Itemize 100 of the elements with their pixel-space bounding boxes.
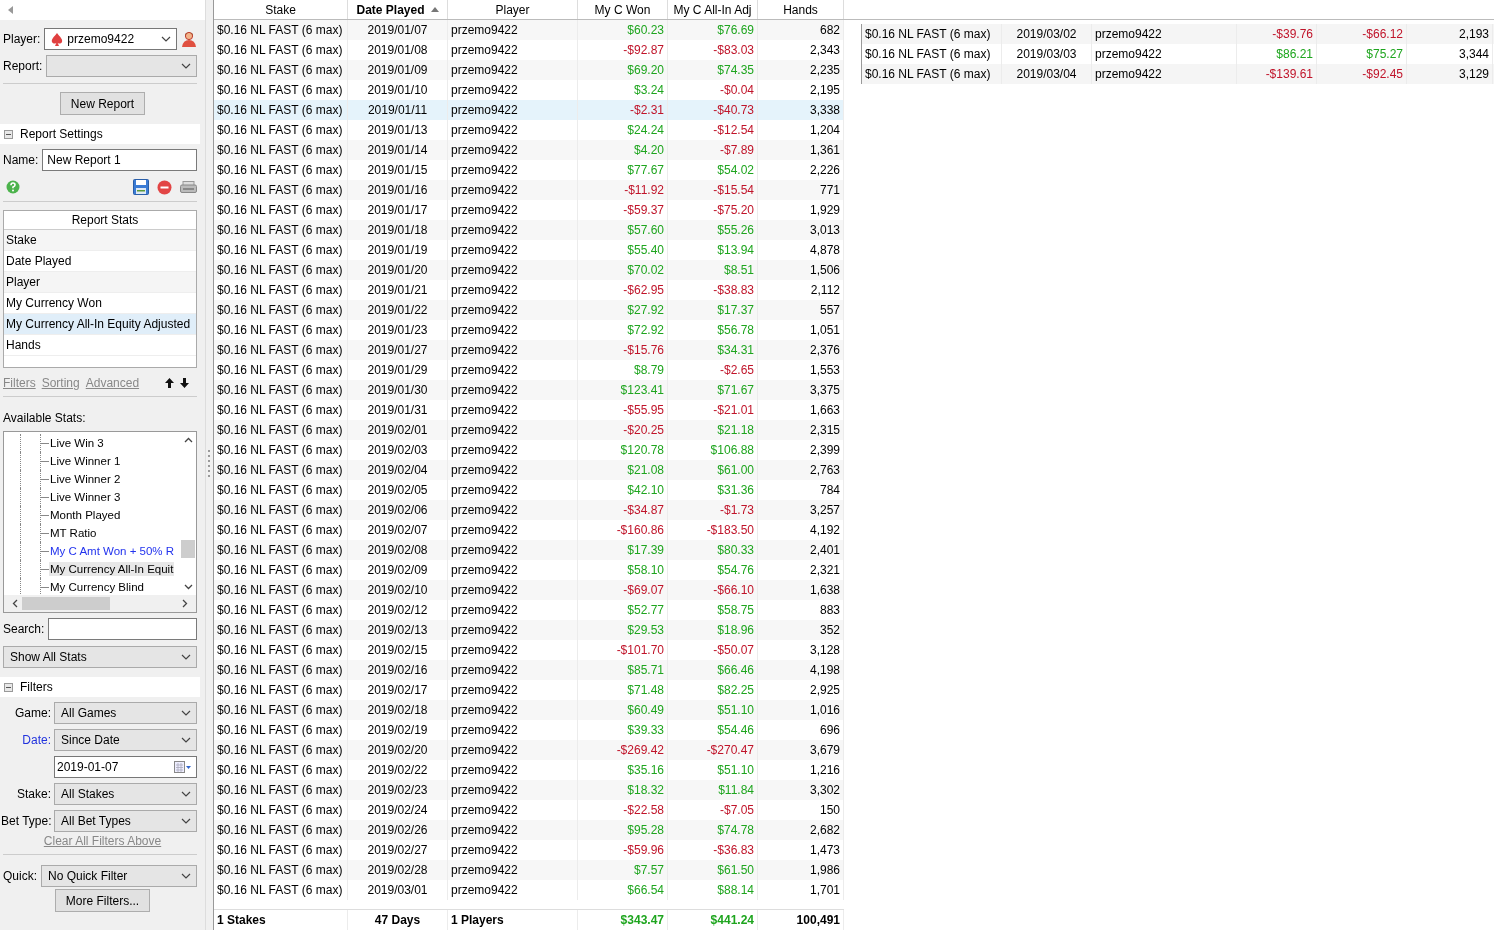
scroll-right-icon[interactable] bbox=[182, 599, 188, 608]
table-cell: 2019/02/10 bbox=[348, 580, 448, 600]
table-cell: 557 bbox=[758, 300, 844, 320]
filter-dropdown[interactable]: All Games bbox=[54, 702, 197, 724]
tree-item[interactable]: Live Winner 1 bbox=[49, 454, 122, 468]
help-icon[interactable] bbox=[6, 180, 20, 194]
table-cell: -$20.25 bbox=[578, 420, 668, 440]
filter-dropdown[interactable]: All Stakes bbox=[54, 783, 197, 805]
quick-filter-dropdown[interactable]: No Quick Filter bbox=[41, 865, 197, 887]
horizontal-scrollbar[interactable] bbox=[4, 595, 196, 612]
table-cell: 3,302 bbox=[758, 780, 844, 800]
table-cell: przemo9422 bbox=[448, 20, 578, 40]
table-cell: $4.20 bbox=[578, 140, 668, 160]
printer-icon[interactable] bbox=[180, 181, 197, 193]
new-report-button[interactable]: New Report bbox=[59, 92, 146, 115]
table-cell: 2019/03/01 bbox=[348, 880, 448, 900]
table-cell: 2019/02/20 bbox=[348, 740, 448, 760]
table-cell: $60.23 bbox=[578, 20, 668, 40]
name-field[interactable]: New Report 1 bbox=[42, 149, 197, 171]
scroll-left-icon[interactable] bbox=[12, 599, 18, 608]
column-header[interactable]: Stake bbox=[214, 0, 348, 19]
filter-dropdown[interactable]: Since Date bbox=[54, 729, 197, 751]
table-cell: 3,679 bbox=[758, 740, 844, 760]
more-filters-button[interactable]: More Filters... bbox=[54, 889, 151, 912]
table-cell: -$69.07 bbox=[578, 580, 668, 600]
table-cell: 2019/02/13 bbox=[348, 620, 448, 640]
person-icon[interactable] bbox=[181, 31, 197, 47]
table-cell: $0.16 NL FAST (6 max) bbox=[214, 660, 348, 680]
scroll-down-icon[interactable] bbox=[183, 584, 193, 590]
table-cell: $11.84 bbox=[668, 780, 758, 800]
table-cell: $0.16 NL FAST (6 max) bbox=[214, 140, 348, 160]
column-header[interactable]: Player bbox=[448, 0, 578, 19]
grip-icon[interactable] bbox=[208, 450, 211, 480]
table-cell: $21.08 bbox=[578, 460, 668, 480]
column-header[interactable]: My C Won bbox=[578, 0, 668, 19]
table-cell: 2019/01/16 bbox=[348, 180, 448, 200]
table-cell: -$2.31 bbox=[578, 100, 668, 120]
table-cell: 2019/02/18 bbox=[348, 700, 448, 720]
splitter-handle[interactable] bbox=[206, 0, 214, 930]
move-down-icon[interactable] bbox=[180, 378, 189, 388]
total-cell: 1 Stakes bbox=[214, 910, 348, 930]
table-cell: przemo9422 bbox=[448, 500, 578, 520]
report-dropdown[interactable] bbox=[46, 55, 197, 77]
table-cell: 3,013 bbox=[758, 220, 844, 240]
table-cell: 2019/01/22 bbox=[348, 300, 448, 320]
tree-item[interactable]: MT Ratio bbox=[49, 526, 98, 540]
tree-item[interactable]: Live Winner 3 bbox=[49, 490, 122, 504]
chevron-down-icon bbox=[181, 872, 191, 880]
collapse-arrow-icon[interactable] bbox=[8, 6, 14, 14]
list-item[interactable]: Player bbox=[4, 272, 196, 293]
stat-filter-dropdown[interactable]: Show All Stats bbox=[3, 646, 197, 668]
table-cell: przemo9422 bbox=[448, 620, 578, 640]
table-cell: 2019/03/04 bbox=[1002, 64, 1092, 84]
table-cell: 2,763 bbox=[758, 460, 844, 480]
tree-item[interactable]: My C Amt Won + 50% R bbox=[49, 544, 176, 558]
table-cell: -$270.47 bbox=[668, 740, 758, 760]
table-cell: $0.16 NL FAST (6 max) bbox=[862, 24, 1002, 44]
scroll-up-icon[interactable] bbox=[183, 437, 193, 443]
save-icon[interactable] bbox=[133, 179, 149, 195]
search-field[interactable] bbox=[48, 618, 197, 640]
scrollbar-thumb[interactable] bbox=[22, 597, 110, 610]
table-cell: $0.16 NL FAST (6 max) bbox=[214, 860, 348, 880]
table-cell: 2,401 bbox=[758, 540, 844, 560]
tree-item[interactable]: Live Winner 2 bbox=[49, 472, 122, 486]
table-cell: $0.16 NL FAST (6 max) bbox=[214, 220, 348, 240]
table-cell: przemo9422 bbox=[1092, 64, 1237, 84]
list-item[interactable]: Stake bbox=[4, 230, 196, 251]
table-cell: -$7.89 bbox=[668, 140, 758, 160]
table-cell: $76.69 bbox=[668, 20, 758, 40]
table-cell: $0.16 NL FAST (6 max) bbox=[214, 100, 348, 120]
table-cell: $34.31 bbox=[668, 340, 758, 360]
total-cell: $343.47 bbox=[578, 910, 668, 930]
player-dropdown[interactable]: przemo9422 bbox=[44, 28, 177, 50]
tree-item[interactable]: My Currency All-In Equit bbox=[49, 562, 175, 576]
section-header[interactable]: Filters bbox=[0, 677, 200, 697]
date-field[interactable]: 2019-01-07 bbox=[54, 756, 197, 778]
column-header[interactable]: My C All-In Adj bbox=[668, 0, 758, 19]
section-header[interactable]: Report Settings bbox=[0, 124, 200, 144]
calendar-icon[interactable] bbox=[174, 761, 192, 773]
tree-item[interactable]: Month Played bbox=[49, 508, 122, 522]
total-cell: 47 Days bbox=[348, 910, 448, 930]
move-up-icon[interactable] bbox=[165, 378, 174, 388]
table-cell: $61.50 bbox=[668, 860, 758, 880]
tree-item[interactable]: My Currency Blind bbox=[49, 580, 145, 594]
table-cell: $8.51 bbox=[668, 260, 758, 280]
table-cell: 771 bbox=[758, 180, 844, 200]
column-header[interactable]: Hands bbox=[758, 0, 844, 19]
table-cell: $70.02 bbox=[578, 260, 668, 280]
list-item[interactable]: My Currency All-In Equity Adjusted bbox=[4, 314, 196, 335]
table-cell: $0.16 NL FAST (6 max) bbox=[214, 700, 348, 720]
table-cell: $21.18 bbox=[668, 420, 758, 440]
tree-item[interactable]: Live Win 3 bbox=[49, 436, 105, 450]
filter-dropdown[interactable]: All Bet Types bbox=[54, 810, 197, 832]
table-cell: $57.60 bbox=[578, 220, 668, 240]
table-cell: 4,198 bbox=[758, 660, 844, 680]
table-cell: przemo9422 bbox=[448, 880, 578, 900]
scrollbar-thumb[interactable] bbox=[181, 539, 195, 558]
delete-icon[interactable] bbox=[157, 179, 172, 195]
column-header[interactable]: Date Played bbox=[348, 0, 448, 19]
table-cell: 2,315 bbox=[758, 420, 844, 440]
